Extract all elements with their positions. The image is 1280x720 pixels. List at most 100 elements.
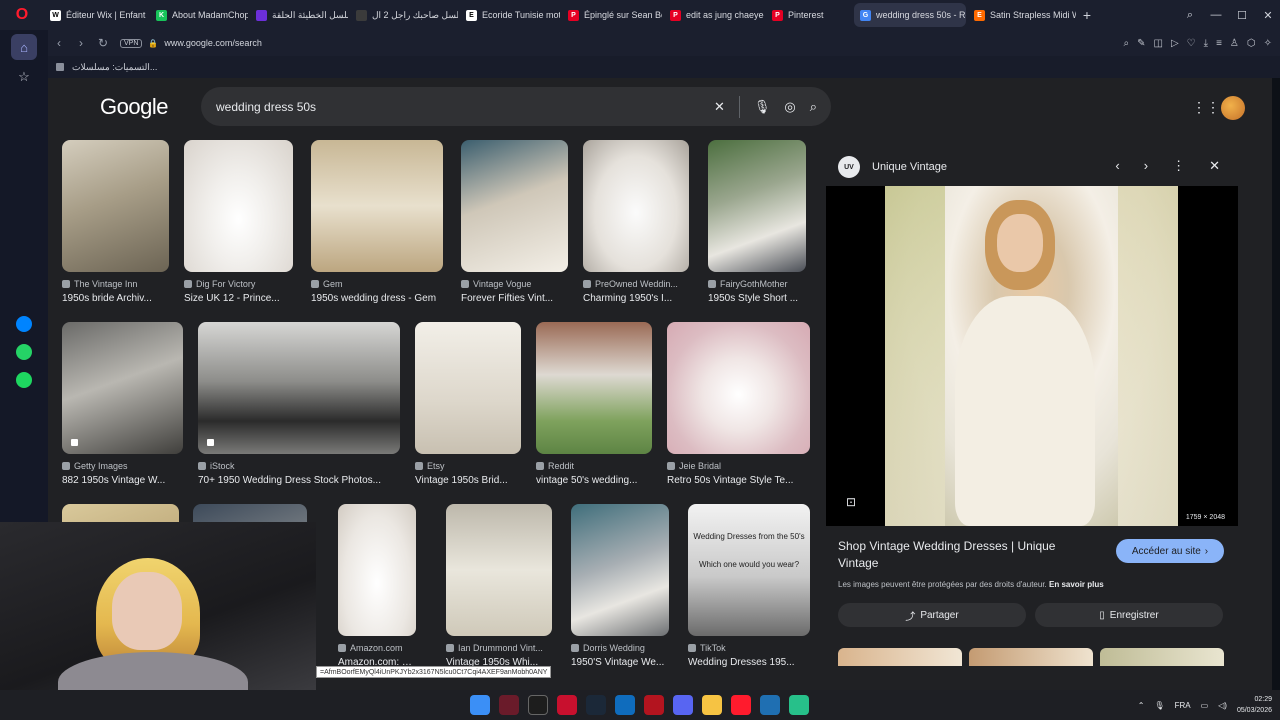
result-source[interactable]: Amazon.com xyxy=(338,643,416,653)
download-icon[interactable]: ⤓ xyxy=(1204,38,1208,49)
result-title[interactable]: vintage 50's wedding... xyxy=(536,475,652,486)
opera-logo-icon[interactable]: O xyxy=(0,0,44,30)
result-source[interactable]: Dig For Victory xyxy=(184,279,293,289)
result-title[interactable]: 70+ 1950 Wedding Dress Stock Photos... xyxy=(198,475,400,486)
result-title[interactable]: Forever Fifties Vint... xyxy=(461,293,568,304)
windows-start-icon[interactable] xyxy=(470,695,490,715)
result-thumbnail[interactable] xyxy=(446,504,552,636)
related-image[interactable] xyxy=(1100,648,1224,666)
search-query[interactable]: wedding dress 50s xyxy=(216,100,316,114)
preview-title[interactable]: Shop Vintage Wedding Dresses | Unique Vi… xyxy=(838,538,1098,572)
result-title[interactable]: 1950'S Vintage We... xyxy=(571,657,669,668)
browser-tab[interactable]: E Satin Strapless Midi We xyxy=(968,3,1076,27)
result-thumbnail[interactable] xyxy=(184,140,293,272)
result-source[interactable]: Vintage Vogue xyxy=(461,279,568,289)
search-icon[interactable]: ⌕ xyxy=(810,99,817,115)
url-field[interactable]: www.google.com/search xyxy=(164,38,262,48)
network-icon[interactable]: ▭ xyxy=(1201,701,1209,710)
result-source[interactable]: The Vintage Inn xyxy=(62,279,169,289)
next-icon[interactable]: › xyxy=(1144,158,1148,174)
result-source[interactable]: PreOwned Weddin... xyxy=(583,279,689,289)
result-title[interactable]: Size UK 12 - Prince... xyxy=(184,293,293,304)
result-title[interactable]: 1950s bride Archiv... xyxy=(62,293,169,304)
result-source[interactable]: iStock xyxy=(198,461,400,471)
result-thumbnail[interactable] xyxy=(583,140,689,272)
menu-icon[interactable]: ≡ xyxy=(1216,38,1222,49)
image-result[interactable]: Wedding Dresses from the 50's Which one w… xyxy=(688,504,810,668)
spotify-icon[interactable] xyxy=(16,372,32,388)
bookmark-item[interactable]: التسميات: مسلسلات... xyxy=(72,62,157,73)
result-title[interactable]: Wedding Dresses 195... xyxy=(688,657,810,668)
share-button[interactable]: ⤴ Partager xyxy=(838,603,1026,627)
search-input[interactable]: wedding dress 50s ✕ 🎙 ◎ ⌕ xyxy=(201,87,831,126)
image-result[interactable]: Etsy Vintage 1950s Brid... xyxy=(415,322,521,486)
result-source[interactable]: Dorris Wedding xyxy=(571,643,669,653)
image-result[interactable]: Jeie Bridal Retro 50s Vintage Style Te... xyxy=(667,322,810,486)
result-source[interactable]: Reddit xyxy=(536,461,652,471)
browser-tab[interactable]: مسلسل الخطيئة الحلقة xyxy=(250,3,348,27)
back-icon[interactable]: ‹ xyxy=(48,36,70,50)
minimize-icon[interactable]: — xyxy=(1204,9,1228,21)
discord-icon[interactable] xyxy=(673,695,693,715)
result-thumbnail[interactable] xyxy=(461,140,568,272)
related-image[interactable] xyxy=(969,648,1093,666)
preview-image[interactable] xyxy=(885,186,1178,526)
image-result[interactable]: PreOwned Weddin... Charming 1950's I... xyxy=(583,140,689,304)
search-tabs-icon[interactable]: ⌕ xyxy=(1178,9,1202,22)
microphone-tray-icon[interactable]: 🎙 xyxy=(1154,701,1164,710)
app-icon[interactable] xyxy=(789,695,809,715)
image-result[interactable]: Ian Drummond Vint... Vintage 1950s Whi... xyxy=(446,504,552,668)
result-thumbnail[interactable] xyxy=(571,504,669,636)
messenger-icon[interactable] xyxy=(16,316,32,332)
folder-icon[interactable] xyxy=(702,695,722,715)
result-title[interactable]: 1950s Style Short ... xyxy=(708,293,806,304)
result-thumbnail[interactable] xyxy=(311,140,443,272)
more-options-icon[interactable]: ⋮ xyxy=(1172,158,1185,174)
result-thumbnail[interactable] xyxy=(62,140,169,272)
result-thumbnail[interactable] xyxy=(415,322,521,454)
browser-tab[interactable]: P Épinglé sur Sean Bean xyxy=(562,3,662,27)
result-thumbnail[interactable]: Wedding Dresses from the 50's Which one w… xyxy=(688,504,810,636)
browser-tab[interactable]: Pedit as jung chaeyeon b xyxy=(664,3,764,27)
app-icon[interactable] xyxy=(499,695,519,715)
google-logo[interactable]: Google xyxy=(100,94,168,120)
result-title[interactable]: Vintage 1950s Brid... xyxy=(415,475,521,486)
profile-icon[interactable]: ♙ xyxy=(1230,38,1239,49)
maximize-icon[interactable]: ☐ xyxy=(1230,9,1254,22)
image-result[interactable]: Amazon.comAmazon.com: Mau... xyxy=(338,504,416,668)
heart-icon[interactable]: ♡ xyxy=(1187,38,1196,49)
edit-icon[interactable]: ✎ xyxy=(1137,38,1145,49)
app-icon[interactable] xyxy=(760,695,780,715)
microphone-icon[interactable]: 🎙 xyxy=(754,99,771,115)
image-result[interactable]: Gem 1950s wedding dress - Gem xyxy=(311,140,443,304)
result-source[interactable]: Jeie Bridal xyxy=(667,461,810,471)
vpn-badge[interactable]: VPN xyxy=(120,38,143,48)
play-icon[interactable]: ▷ xyxy=(1171,38,1179,49)
app-icon[interactable] xyxy=(644,695,664,715)
clock[interactable]: 02:29 05/03/2026 xyxy=(1237,694,1272,716)
result-thumbnail[interactable] xyxy=(708,140,806,272)
close-icon[interactable]: ✕ xyxy=(1209,158,1220,174)
whatsapp-icon[interactable] xyxy=(16,344,32,360)
image-result[interactable]: iStock 70+ 1950 Wedding Dress Stock Photo… xyxy=(198,322,400,486)
steam-icon[interactable] xyxy=(586,695,606,715)
opera-icon[interactable] xyxy=(731,695,751,715)
result-title[interactable]: Charming 1950's I... xyxy=(583,293,689,304)
result-thumbnail[interactable] xyxy=(198,322,400,454)
result-thumbnail[interactable] xyxy=(62,322,183,454)
lens-search-icon[interactable]: ⊡ xyxy=(846,495,856,509)
result-title[interactable]: 1950s wedding dress - Gem xyxy=(311,293,443,304)
reload-icon[interactable]: ↻ xyxy=(92,36,114,50)
image-result[interactable]: The Vintage Inn 1950s bride Archiv... xyxy=(62,140,169,304)
preview-site-name[interactable]: Unique Vintage xyxy=(872,161,947,173)
volume-icon[interactable]: ◁) xyxy=(1218,701,1227,710)
result-source[interactable]: Etsy xyxy=(415,461,521,471)
result-thumbnail[interactable] xyxy=(667,322,810,454)
image-result[interactable]: Reddit vintage 50's wedding... xyxy=(536,322,652,486)
app-icon[interactable] xyxy=(528,695,548,715)
app-icon[interactable] xyxy=(615,695,635,715)
app-icon[interactable] xyxy=(557,695,577,715)
previous-icon[interactable]: ‹ xyxy=(1115,158,1119,174)
result-title[interactable]: 882 1950s Vintage W... xyxy=(62,475,183,486)
close-window-icon[interactable]: ✕ xyxy=(1256,9,1280,22)
